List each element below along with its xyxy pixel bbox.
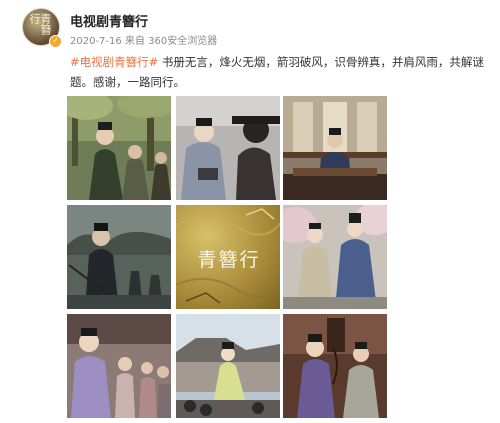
photo-8[interactable] <box>176 314 280 418</box>
photo-7[interactable] <box>67 314 171 418</box>
photo-6-scene <box>283 205 387 309</box>
title-logo-text: 青簪行 <box>197 249 261 271</box>
hashtag-link[interactable]: #电视剧青簪行# <box>70 55 158 69</box>
photo-2-scene <box>176 96 280 200</box>
photo-9[interactable] <box>283 314 387 418</box>
title-logo-tile[interactable]: 青簪行 <box>176 205 280 309</box>
photo-3[interactable] <box>283 96 387 200</box>
post-header: 青簪行 ✓ 电视剧青簪行 2020-7-16 来自 360安全浏览器 <box>22 8 482 50</box>
photo-9-scene <box>283 314 387 418</box>
account-name[interactable]: 电视剧青簪行 <box>70 11 148 30</box>
verified-badge-icon: ✓ <box>49 35 62 48</box>
photo-4[interactable] <box>67 205 171 309</box>
photo-3-scene <box>283 96 387 200</box>
photo-4-scene <box>67 205 171 309</box>
image-grid: 青簪行 <box>67 96 387 418</box>
avatar-logo-text: 青簪行 <box>28 13 52 35</box>
photo-7-scene <box>67 314 171 418</box>
post-meta: 2020-7-16 来自 360安全浏览器 <box>70 36 218 47</box>
post-body: #电视剧青簪行# 书册无言，烽火无烟，箭羽破风，识骨辨真，并肩风雨，共解谜题。感… <box>70 52 490 92</box>
photo-8-scene <box>176 314 280 418</box>
photo-6[interactable] <box>283 205 387 309</box>
photo-1[interactable] <box>67 96 171 200</box>
photo-1-scene <box>67 96 171 200</box>
photo-2[interactable] <box>176 96 280 200</box>
